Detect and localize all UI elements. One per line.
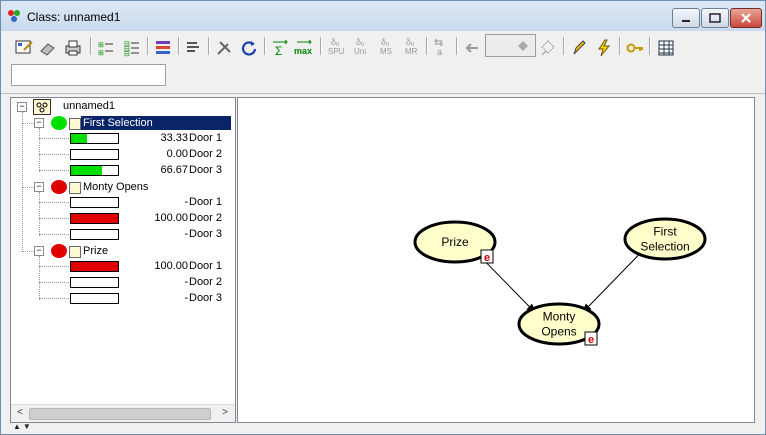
maximize-button[interactable] <box>701 8 729 28</box>
state-value: 100.00 <box>154 260 188 272</box>
app-icon <box>7 9 21 23</box>
collapse-tree-icon[interactable]: ⊟ ⊟ ⊟ <box>122 38 142 58</box>
tree-node-label[interactable]: Prize <box>83 245 108 257</box>
tree-node-label[interactable]: Monty Opens <box>83 181 148 193</box>
node-collapse-icon[interactable]: − <box>34 246 44 256</box>
state-label: Door 2 <box>189 276 223 288</box>
tree-root-label: unnamed1 <box>63 100 115 112</box>
horizontal-scrollbar[interactable]: < > <box>11 404 235 422</box>
node-collapse-icon[interactable]: − <box>34 118 44 128</box>
diamond-icon[interactable] <box>538 38 558 58</box>
node-status-icon <box>51 116 67 130</box>
node-tree-panel[interactable]: − unnamed1− First Selection 33.33 Door 1 0.00… <box>10 97 236 423</box>
sum-propagate-icon[interactable]: Σ <box>270 38 290 58</box>
title-bar[interactable]: Class: unnamed1 <box>1 1 765 31</box>
state-label: Door 3 <box>189 292 223 304</box>
node-monitor-checkbox[interactable] <box>69 246 81 258</box>
network-node-label: Monty <box>543 310 576 324</box>
state-value: 0.00 <box>166 148 188 160</box>
network-node-label: Opens <box>541 325 576 339</box>
state-value: 33.33 <box>160 132 188 144</box>
network-node-label: Prize <box>441 235 469 249</box>
state-label: Door 2 <box>189 148 223 160</box>
tools-icon[interactable] <box>214 38 234 58</box>
properties-icon[interactable] <box>14 38 34 58</box>
search-input[interactable] <box>11 64 166 86</box>
scroll-left-icon[interactable]: < <box>14 407 26 419</box>
svg-text:⊞: ⊞ <box>98 50 104 57</box>
max-propagate-icon[interactable]: max <box>294 38 314 58</box>
print-icon[interactable] <box>63 38 83 58</box>
resize-arrows-icon[interactable]: ▲▼ <box>13 422 33 431</box>
evidence-marker: e <box>484 252 490 264</box>
state-value: - <box>184 276 188 288</box>
window-title: Class: unnamed1 <box>27 10 121 24</box>
key-icon[interactable] <box>625 38 645 58</box>
state-value: - <box>184 196 188 208</box>
class-icon <box>33 99 51 115</box>
node-status-icon <box>51 244 67 258</box>
state-label: Door 3 <box>189 228 223 240</box>
state-value: - <box>184 292 188 304</box>
arrow-a-icon[interactable]: ⇆ a <box>431 37 451 58</box>
state-label: Door 1 <box>189 260 223 272</box>
scroll-right-icon[interactable]: > <box>219 407 231 419</box>
node-collapse-icon[interactable]: − <box>34 182 44 192</box>
tree-node-label[interactable]: First Selection <box>83 117 153 129</box>
pencil-icon[interactable] <box>569 38 589 58</box>
align-icon[interactable] <box>183 38 203 58</box>
ms-icon[interactable]: δᵤ MS <box>376 37 396 58</box>
grid-icon[interactable] <box>656 38 676 58</box>
network-node-label: First <box>653 225 677 239</box>
chart-color-icon[interactable] <box>153 38 173 58</box>
edge-arrow <box>581 249 644 314</box>
network-canvas[interactable]: Prize e First Selection Monty Opens e <box>237 97 755 423</box>
network-node-label: Selection <box>640 240 689 254</box>
state-value: - <box>184 228 188 240</box>
node-status-icon <box>51 180 67 194</box>
uni-icon[interactable]: δᵤ Uni <box>351 37 371 58</box>
evidence-marker: e <box>588 334 594 346</box>
class-window: Class: unnamed1 ⊞ ⊞ ⊟ ⊟ ⊟ Σ max δᵤ SPU δ… <box>0 0 766 435</box>
root-collapse-icon[interactable]: − <box>17 102 27 112</box>
state-label: Door 1 <box>189 132 223 144</box>
state-label: Door 3 <box>189 164 223 176</box>
left-arrow-icon[interactable] <box>462 38 482 58</box>
eraser-icon[interactable] <box>38 38 58 58</box>
value-box[interactable] <box>485 34 536 57</box>
node-monitor-checkbox[interactable] <box>69 118 81 130</box>
node-monitor-checkbox[interactable] <box>69 182 81 194</box>
state-value: 66.67 <box>160 164 188 176</box>
minimize-button[interactable] <box>672 8 700 28</box>
scrollbar-thumb[interactable] <box>29 408 211 420</box>
state-label: Door 1 <box>189 196 223 208</box>
refresh-icon[interactable] <box>239 38 259 58</box>
svg-text:⊟: ⊟ <box>124 51 130 58</box>
mr-icon[interactable]: δᵤ MR <box>401 37 421 58</box>
state-value: 100.00 <box>154 212 188 224</box>
close-button[interactable] <box>730 8 762 28</box>
state-label: Door 2 <box>189 212 223 224</box>
svg-text:⊞: ⊞ <box>98 42 104 49</box>
lightning-icon[interactable] <box>594 38 614 58</box>
spu-icon[interactable]: δᵤ SPU <box>326 37 346 58</box>
expand-tree-icon[interactable]: ⊞ ⊞ <box>96 38 116 58</box>
